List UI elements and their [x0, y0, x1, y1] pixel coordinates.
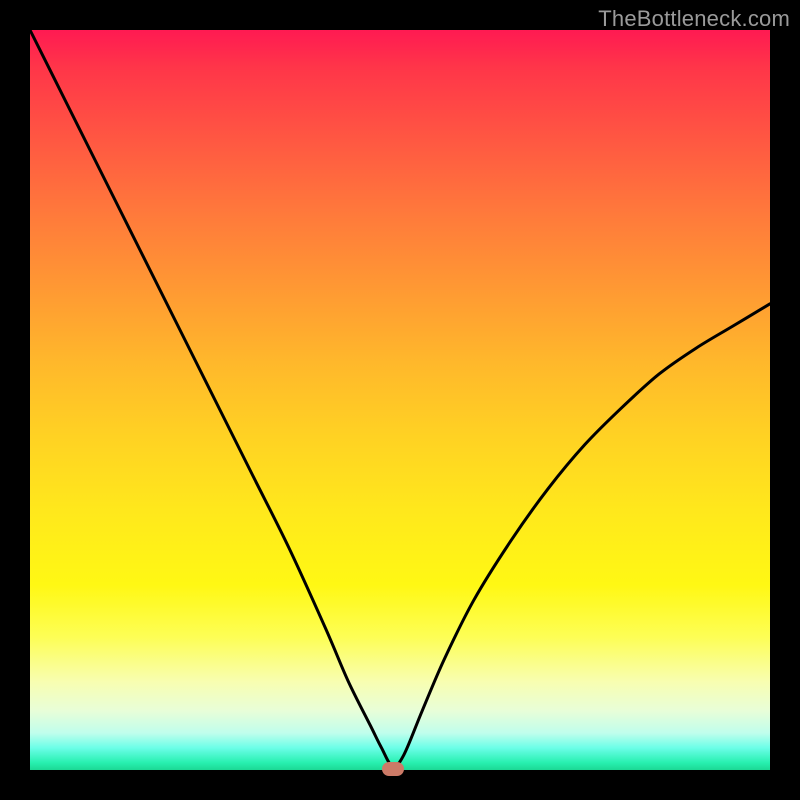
watermark-text: TheBottleneck.com [598, 6, 790, 32]
bottleneck-curve [30, 30, 770, 770]
optimal-point-marker [382, 762, 404, 776]
bottleneck-chart [30, 30, 770, 770]
